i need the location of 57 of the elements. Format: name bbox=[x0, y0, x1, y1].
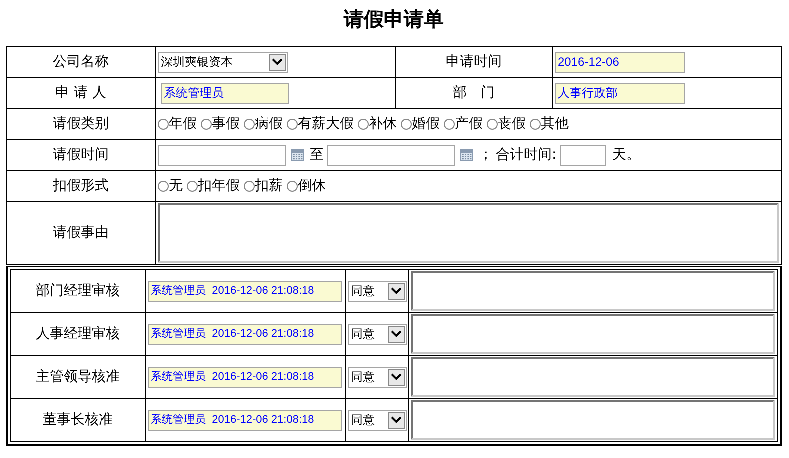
calendar-icon[interactable] bbox=[291, 148, 305, 162]
applicant-field[interactable]: 系统管理员 bbox=[161, 82, 289, 104]
radio-option[interactable]: 倒休 bbox=[287, 177, 326, 195]
dropdown-caret-icon[interactable] bbox=[388, 282, 405, 300]
field-label: 请假事由 bbox=[53, 225, 109, 241]
total-days-field[interactable] bbox=[560, 144, 606, 166]
decision-select[interactable]: 同意 bbox=[348, 324, 407, 344]
comment-textarea[interactable] bbox=[411, 271, 775, 311]
field-label: 公司名称 bbox=[53, 54, 109, 70]
start-date-field[interactable] bbox=[158, 144, 286, 166]
approval-record-field[interactable]: 系统管理员 2016-12-06 21:08:18 bbox=[148, 324, 342, 344]
field-label: 扣假形式 bbox=[53, 178, 109, 194]
dropdown-caret-icon[interactable] bbox=[388, 326, 405, 342]
field-label: 部 门 bbox=[453, 85, 495, 101]
radio-option[interactable]: 扣薪 bbox=[244, 177, 283, 195]
decision-select[interactable]: 同意 bbox=[348, 366, 407, 388]
radio-option[interactable]: 丧假 bbox=[487, 115, 526, 133]
days-unit: 天。 bbox=[612, 146, 641, 164]
apply-time-field[interactable]: 2016-12-06 bbox=[555, 52, 685, 72]
decision-select[interactable]: 同意 bbox=[348, 280, 407, 302]
field-label: 主管领导核准 bbox=[36, 369, 120, 385]
radio-option[interactable]: 病假 bbox=[244, 115, 283, 133]
dropdown-caret-icon[interactable] bbox=[388, 368, 405, 386]
field-label: 请假时间 bbox=[53, 147, 109, 163]
dropdown-caret-icon[interactable] bbox=[269, 54, 286, 70]
field-label: 申请时间 bbox=[446, 54, 502, 70]
radio-option[interactable]: 其他 bbox=[530, 115, 569, 133]
company-select[interactable]: 深圳奭银资本 bbox=[158, 52, 288, 72]
approval-record-field[interactable]: 系统管理员 2016-12-06 21:08:18 bbox=[148, 280, 342, 302]
radio-option[interactable]: 产假 bbox=[444, 115, 483, 133]
field-label: 人事经理审核 bbox=[36, 326, 120, 342]
field-label: 申 请 人 bbox=[56, 85, 106, 101]
field-label: 部门经理审核 bbox=[36, 283, 120, 299]
approval-record-field[interactable]: 系统管理员 2016-12-06 21:08:18 bbox=[148, 410, 342, 430]
radio-option[interactable]: 有薪大假 bbox=[287, 115, 354, 133]
comment-textarea[interactable] bbox=[411, 314, 775, 354]
field-label: 董事长核准 bbox=[43, 412, 113, 428]
comment-textarea[interactable] bbox=[411, 357, 775, 397]
field-label: 请假类别 bbox=[53, 116, 109, 132]
semicolon: ； bbox=[479, 146, 493, 164]
radio-option[interactable]: 扣年假 bbox=[187, 177, 240, 195]
radio-option[interactable]: 无 bbox=[158, 177, 183, 195]
end-date-field[interactable] bbox=[327, 144, 455, 166]
radio-option[interactable]: 补休 bbox=[358, 115, 397, 133]
reason-textarea[interactable] bbox=[158, 203, 779, 263]
radio-option[interactable]: 事假 bbox=[201, 115, 240, 133]
radio-option[interactable]: 年假 bbox=[158, 115, 197, 133]
approval-record-field[interactable]: 系统管理员 2016-12-06 21:08:18 bbox=[148, 366, 342, 388]
decision-select[interactable]: 同意 bbox=[348, 410, 407, 430]
radio-option[interactable]: 婚假 bbox=[401, 115, 440, 133]
calendar-icon[interactable] bbox=[460, 148, 474, 162]
form-title: 请假申请单 bbox=[342, 6, 445, 33]
department-field[interactable]: 人事行政部 bbox=[555, 82, 685, 104]
dropdown-caret-icon[interactable] bbox=[388, 412, 405, 428]
range-separator: 至 bbox=[310, 146, 324, 164]
total-time-label: 合计时间: bbox=[496, 146, 557, 164]
comment-textarea[interactable] bbox=[411, 400, 775, 440]
